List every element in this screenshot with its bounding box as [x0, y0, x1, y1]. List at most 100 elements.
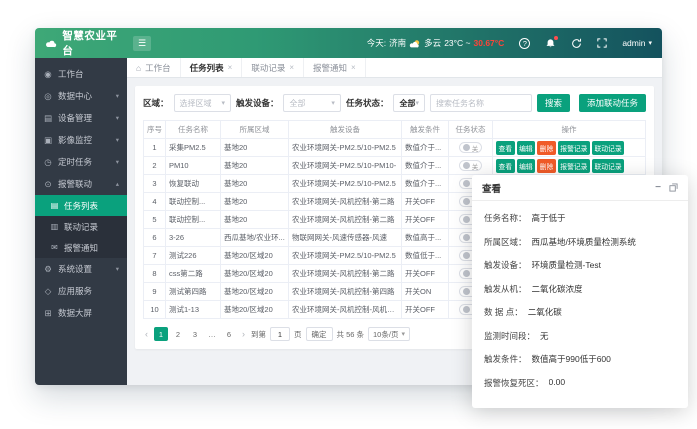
alarm-record-button[interactable]: 报警记录 [558, 159, 590, 173]
cell-area: 基地20 [221, 175, 289, 193]
sidebar-item-data-screen[interactable]: ⊞ 数据大屏 [35, 302, 127, 324]
cell-area: 基地20 [221, 211, 289, 229]
add-linkage-task-button[interactable]: 添加联动任务 [579, 94, 646, 112]
tab-workbench[interactable]: ⌂ 工作台 [127, 58, 181, 77]
page-button[interactable]: … [205, 327, 219, 341]
dialog-field-row: 触发条件： 数值高于990低于600 [484, 353, 676, 365]
sidebar-item-workbench[interactable]: ◉ 工作台 [35, 63, 127, 85]
today-label: 今天: [367, 37, 386, 49]
field-value: 二氧化碳浓度 [532, 283, 583, 295]
status-toggle[interactable]: 关 [459, 160, 483, 171]
prev-page-icon[interactable]: ‹ [143, 329, 150, 339]
page-button[interactable]: 3 [188, 327, 202, 341]
minimize-icon[interactable]: − [655, 183, 661, 193]
cell-condition: 开关OFF [402, 301, 449, 319]
notification-bell-icon[interactable] [545, 38, 556, 49]
dialog-field-row: 报警恢复死区： 0.00 [484, 377, 676, 389]
tab-task-list[interactable]: 任务列表 × [181, 58, 243, 77]
user-menu[interactable]: admin ▾ [622, 38, 652, 48]
task-status-select[interactable]: 全部 ▾ [393, 94, 425, 112]
search-input[interactable] [430, 94, 532, 112]
dialog-field-row: 触发从机： 二氧化碳浓度 [484, 283, 676, 295]
toggle-knob [463, 162, 470, 169]
cell-area: 基地20/区域20 [221, 265, 289, 283]
close-icon[interactable]: × [351, 63, 356, 72]
help-icon[interactable]: ? [519, 38, 530, 49]
delete-button[interactable]: 删除 [537, 159, 556, 173]
sidebar-item-alarm-notice[interactable]: ✉ 报警通知 [35, 237, 127, 258]
sidebar-item-device-management[interactable]: ▤ 设备管理 ▾ [35, 107, 127, 129]
next-page-icon[interactable]: › [240, 329, 247, 339]
sidebar-item-data-center[interactable]: ◎ 数据中心 ▾ [35, 85, 127, 107]
trigger-device-select[interactable]: 全部 ▾ [283, 94, 340, 112]
sidebar-item-system-settings[interactable]: ⚙ 系统设置 ▾ [35, 258, 127, 280]
filter-bar: 区域： 选择区域 ▾ 触发设备： 全部 ▾ 任务状态： [143, 94, 646, 112]
field-value: 二氧化碳 [528, 306, 562, 318]
cell-area: 基地20/区域20 [221, 247, 289, 265]
close-icon[interactable]: × [228, 63, 233, 72]
app-title: 智慧农业平台 [62, 28, 125, 58]
sidebar-item-linkage-record[interactable]: ▥ 联动记录 [35, 216, 127, 237]
close-icon[interactable]: × [289, 63, 294, 72]
chevron-down-icon: ▾ [401, 331, 405, 338]
goto-page-input[interactable] [270, 327, 290, 341]
fullscreen-icon[interactable] [597, 38, 607, 48]
page-size-select[interactable]: 10条/页 ▾ [368, 327, 410, 341]
view-button[interactable]: 查看 [496, 141, 515, 155]
search-button[interactable]: 搜索 [537, 94, 570, 112]
maximize-icon[interactable] [669, 183, 678, 192]
field-label: 监测时间段： [484, 330, 535, 342]
page-button[interactable]: 2 [171, 327, 185, 341]
col-header-area: 所属区域 [221, 121, 289, 139]
user-caret-icon: ▾ [648, 40, 652, 47]
cell-device: 农业环境网关-风机控制-第二路 [289, 265, 402, 283]
clock-icon: ◷ [43, 157, 53, 168]
cell-no: 1 [144, 139, 166, 157]
trigger-device-label: 触发设备： [236, 97, 279, 109]
field-label: 任务名称： [484, 212, 527, 224]
sidebar-item-video-monitor[interactable]: ▣ 影像监控 ▾ [35, 129, 127, 151]
region-label: 区域： [143, 97, 169, 109]
page-button[interactable]: 1 [154, 327, 168, 341]
toggle-knob [463, 234, 470, 241]
cell-condition: 数值介于... [402, 157, 449, 175]
delete-button[interactable]: 删除 [537, 141, 556, 155]
edit-button[interactable]: 编辑 [517, 159, 536, 173]
field-value: 西瓜基地/环境质量检测系统 [532, 236, 636, 248]
cell-name: css第二路 [166, 265, 221, 283]
tab-linkage-record[interactable]: 联动记录 × [242, 58, 304, 77]
cell-area: 基地20 [221, 193, 289, 211]
linkage-record-button[interactable]: 联动记录 [592, 141, 624, 155]
page-button[interactable]: 6 [222, 327, 236, 341]
edit-button[interactable]: 编辑 [517, 141, 536, 155]
dialog-body: 任务名称： 高于低于 所属区域： 西瓜基地/环境质量检测系统 触发设备： 环境质… [472, 201, 688, 400]
refresh-icon[interactable] [571, 38, 582, 49]
confirm-page-button[interactable]: 确定 [306, 327, 333, 341]
home-icon: ⌂ [136, 63, 141, 73]
top-header: 智慧农业平台 ☰ 今天: 济南 多云 23°C ~ 30.67°C ? [35, 28, 662, 58]
device-management-icon: ▤ [43, 113, 53, 124]
linkage-record-button[interactable]: 联动记录 [592, 159, 624, 173]
cell-no: 10 [144, 301, 166, 319]
region-select[interactable]: 选择区域 ▾ [174, 94, 231, 112]
sidebar-collapse-button[interactable]: ☰ [133, 36, 151, 51]
status-toggle[interactable]: 关 [459, 142, 483, 153]
cell-device: 农业环境网关-PM2.5/10-PM2.5 [289, 247, 402, 265]
cell-name: 采集PM2.5 [166, 139, 221, 157]
toggle-knob [463, 252, 470, 259]
alarm-record-button[interactable]: 报警记录 [558, 141, 590, 155]
cell-no: 2 [144, 157, 166, 175]
table-row: 2 PM10 基地20 农业环境网关-PM2.5/10-PM10- 数值介于..… [144, 157, 646, 175]
toggle-knob [463, 198, 470, 205]
toggle-off-label: 关 [472, 161, 479, 171]
sidebar-item-task-list[interactable]: ▤ 任务列表 [35, 195, 127, 216]
sidebar-item-app-services[interactable]: ◇ 应用服务 [35, 280, 127, 302]
tab-alarm-notice[interactable]: 报警通知 × [304, 58, 366, 77]
toggle-off-label: 关 [472, 143, 479, 153]
col-header-actions: 操作 [493, 121, 646, 139]
view-button[interactable]: 查看 [496, 159, 515, 173]
sidebar-item-alarm-linkage[interactable]: ⊙ 报警联动 ▴ [35, 173, 127, 195]
toggle-knob [463, 288, 470, 295]
chevron-down-icon: ▾ [116, 92, 119, 100]
sidebar-item-timed-tasks[interactable]: ◷ 定时任务 ▾ [35, 151, 127, 173]
